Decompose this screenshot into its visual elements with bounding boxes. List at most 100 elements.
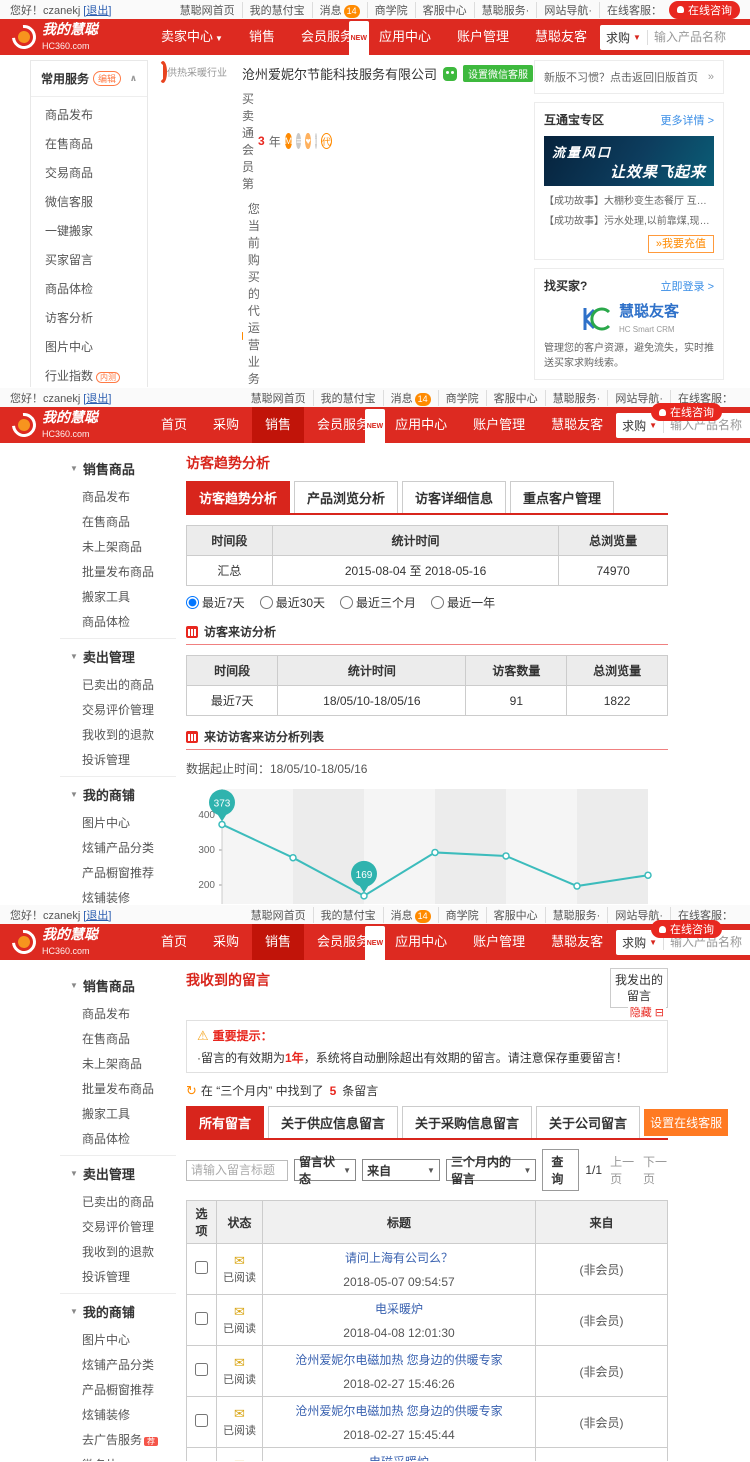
sidebar-item-review-mgmt[interactable]: 交易评价管理 — [60, 1214, 176, 1239]
message-title-input[interactable] — [186, 1160, 288, 1181]
sidebar-item-visitor-analysis[interactable]: 访客分析 — [31, 303, 147, 332]
row-checkbox[interactable] — [195, 1414, 208, 1427]
sidebar-item-goods-check[interactable]: 商品体检 — [31, 274, 147, 303]
nav-sales[interactable]: 销售 — [236, 19, 288, 55]
link-huifubao[interactable]: 我的慧付宝 — [314, 390, 384, 406]
sidebar-item-batch-publish[interactable]: 批量发布商品 — [60, 1076, 176, 1101]
nav-account[interactable]: 账户管理 — [460, 924, 538, 960]
sent-messages-button[interactable]: 我发出的留言 — [610, 968, 668, 1008]
sidebar-group-sold-mgmt[interactable]: ▼卖出管理 — [60, 1155, 176, 1189]
sidebar-item-wechat-service[interactable]: 微信客服 — [31, 187, 147, 216]
row-checkbox[interactable] — [195, 1312, 208, 1325]
link-hc-services[interactable]: 慧聪服务· — [475, 2, 538, 18]
hutongbao-more-link[interactable]: 更多详情 > — [661, 112, 714, 128]
link-huifubao[interactable]: 我的慧付宝 — [243, 2, 313, 18]
sidebar-item-sold-goods[interactable]: 已卖出的商品 — [60, 672, 176, 697]
link-service-center[interactable]: 客服中心 — [487, 907, 546, 923]
tab-visitor-trend[interactable]: 访客趋势分析 — [186, 481, 290, 513]
nav-hc-crm[interactable]: 慧聪友客 — [538, 407, 616, 443]
link-messages[interactable]: 消息14 — [313, 2, 368, 18]
logout-link[interactable]: [退出] — [83, 907, 111, 923]
sidebar-item-refunds[interactable]: 我收到的退款 — [60, 1239, 176, 1264]
sidebar-item-shop-category[interactable]: 炫铺产品分类 — [60, 835, 176, 860]
link-hc-home[interactable]: 慧聪网首页 — [173, 2, 243, 18]
prev-page-link[interactable]: 上一页 — [610, 1153, 635, 1187]
link-hc-services[interactable]: 慧聪服务· — [546, 390, 609, 406]
link-academy[interactable]: 商学院 — [368, 2, 416, 18]
nav-apps[interactable]: 应用中心 — [382, 924, 460, 960]
sidebar-item-publish[interactable]: 商品发布 — [31, 100, 147, 129]
link-site-nav[interactable]: 网站导航· — [537, 2, 600, 18]
sidebar-item-shop-category[interactable]: 炫铺产品分类 — [60, 1352, 176, 1377]
message-title-link[interactable]: 请问上海有公司么？ — [345, 1251, 453, 1265]
sidebar-group-sales-goods[interactable]: ▼销售商品 — [60, 451, 176, 484]
link-academy[interactable]: 商学院 — [439, 907, 487, 923]
sidebar-item-mover-tool[interactable]: 搬家工具 — [60, 584, 176, 609]
row-checkbox[interactable] — [195, 1261, 208, 1274]
link-service-center[interactable]: 客服中心 — [487, 390, 546, 406]
nav-purchase[interactable]: 采购 — [200, 407, 252, 443]
story-link-1[interactable]: 【成功故事】大棚秒变生态餐厅 互通宝带你... — [544, 192, 714, 207]
nav-purchase[interactable]: 采购 — [200, 924, 252, 960]
link-hc-home[interactable]: 慧聪网首页 — [244, 390, 314, 406]
sidebar-item-trade-goods[interactable]: 交易商品 — [31, 158, 147, 187]
sidebar-item-shop-decor[interactable]: 炫铺装修 — [60, 885, 176, 905]
nav-hc-crm[interactable]: 慧聪友客 — [538, 924, 616, 960]
sidebar-item-review-mgmt[interactable]: 交易评价管理 — [60, 697, 176, 722]
sidebar-group-my-shop[interactable]: ▼我的商铺 — [60, 1293, 176, 1327]
brand-logo[interactable]: 我的慧聪HC360.com — [0, 927, 148, 956]
link-hc-services[interactable]: 慧聪服务· — [546, 907, 609, 923]
message-title-link[interactable]: 沧州爱妮尔电磁加热 您身边的供暖专家 — [295, 1353, 502, 1367]
link-messages[interactable]: 消息14 — [384, 907, 439, 923]
link-messages[interactable]: 消息14 — [384, 390, 439, 406]
nav-account[interactable]: 账户管理 — [444, 19, 522, 55]
tab-all-messages[interactable]: 所有留言 — [186, 1106, 264, 1138]
tab-product-views[interactable]: 产品浏览分析 — [294, 481, 398, 513]
link-service-center[interactable]: 客服中心 — [416, 2, 475, 18]
sidebar-item-showcase[interactable]: 产品橱窗推荐 — [60, 860, 176, 885]
sidebar-item-mover-tool[interactable]: 搬家工具 — [60, 1101, 176, 1126]
sidebar-header[interactable]: 常用服务编辑∧ — [31, 61, 147, 97]
brand-logo[interactable]: 我的慧聪HC360.com — [0, 410, 148, 439]
query-button[interactable]: 查询 — [542, 1149, 579, 1191]
sidebar-item-showcase[interactable]: 产品橱窗推荐 — [60, 1377, 176, 1402]
sidebar-item-buyer-messages[interactable]: 买家留言 — [31, 245, 147, 274]
sidebar-item-mover[interactable]: 一键搬家 — [31, 216, 147, 245]
tab-visitor-details[interactable]: 访客详细信息 — [402, 481, 506, 513]
tab-company-messages[interactable]: 关于公司留言 — [536, 1106, 640, 1138]
sidebar-item-offshelf[interactable]: 未上架商品 — [60, 1051, 176, 1076]
nav-account[interactable]: 账户管理 — [460, 407, 538, 443]
sidebar-item-complaints[interactable]: 投诉管理 — [60, 1264, 176, 1289]
sidebar-item-onsale[interactable]: 在售商品 — [60, 509, 176, 534]
next-page-link[interactable]: 下一页 — [643, 1153, 668, 1187]
sidebar-item-offshelf[interactable]: 未上架商品 — [60, 534, 176, 559]
radio-last-3months[interactable]: 最近三个月 — [340, 594, 416, 611]
hutongbao-banner[interactable]: 流量风口让效果飞起来 — [544, 136, 714, 186]
sidebar-item-onsale[interactable]: 在售商品 — [31, 129, 147, 158]
nav-membership[interactable]: 会员服务NEW — [304, 924, 382, 960]
sidebar-item-batch-publish[interactable]: 批量发布商品 — [60, 559, 176, 584]
search-input[interactable] — [648, 30, 750, 44]
tab-supply-messages[interactable]: 关于供应信息留言 — [268, 1106, 398, 1138]
sidebar-item-image-center[interactable]: 图片中心 — [60, 1327, 176, 1352]
tab-key-customers[interactable]: 重点客户管理 — [510, 481, 614, 513]
sidebar-item-industry-index[interactable]: 行业指数内测 — [31, 361, 147, 388]
sidebar-group-my-shop[interactable]: ▼我的商铺 — [60, 776, 176, 810]
message-title-link[interactable]: 沧州爱妮尔电磁加热 您身边的供暖专家 — [295, 1404, 502, 1418]
sidebar-item-goods-check[interactable]: 商品体检 — [60, 609, 176, 634]
hide-link[interactable]: 隐藏 ⊟ — [628, 1007, 666, 1019]
nav-sales[interactable]: 销售 — [252, 407, 304, 443]
message-title-link[interactable]: 电采暖炉 — [375, 1302, 423, 1316]
radio-last-year[interactable]: 最近一年 — [431, 594, 495, 611]
brand-logo[interactable]: 我的慧聪HC360.com — [0, 22, 148, 51]
sidebar-item-goods-check[interactable]: 商品体检 — [60, 1126, 176, 1151]
sidebar-item-image-center[interactable]: 图片中心 — [60, 810, 176, 835]
sidebar-group-sales-goods[interactable]: ▼销售商品 — [60, 968, 176, 1001]
online-consult-button[interactable]: 在线咨询 — [651, 920, 722, 938]
sidebar-item-shop-decor[interactable]: 炫铺装修 — [60, 1402, 176, 1427]
set-wechat-service-button[interactable]: 设置微信客服 — [463, 65, 533, 82]
nav-home[interactable]: 首页 — [148, 407, 200, 443]
nav-membership[interactable]: 会员服务NEW — [288, 19, 366, 55]
sidebar-item-sold-goods[interactable]: 已卖出的商品 — [60, 1189, 176, 1214]
sidebar-item-remove-ads[interactable]: 去广告服务荐 — [60, 1427, 176, 1452]
